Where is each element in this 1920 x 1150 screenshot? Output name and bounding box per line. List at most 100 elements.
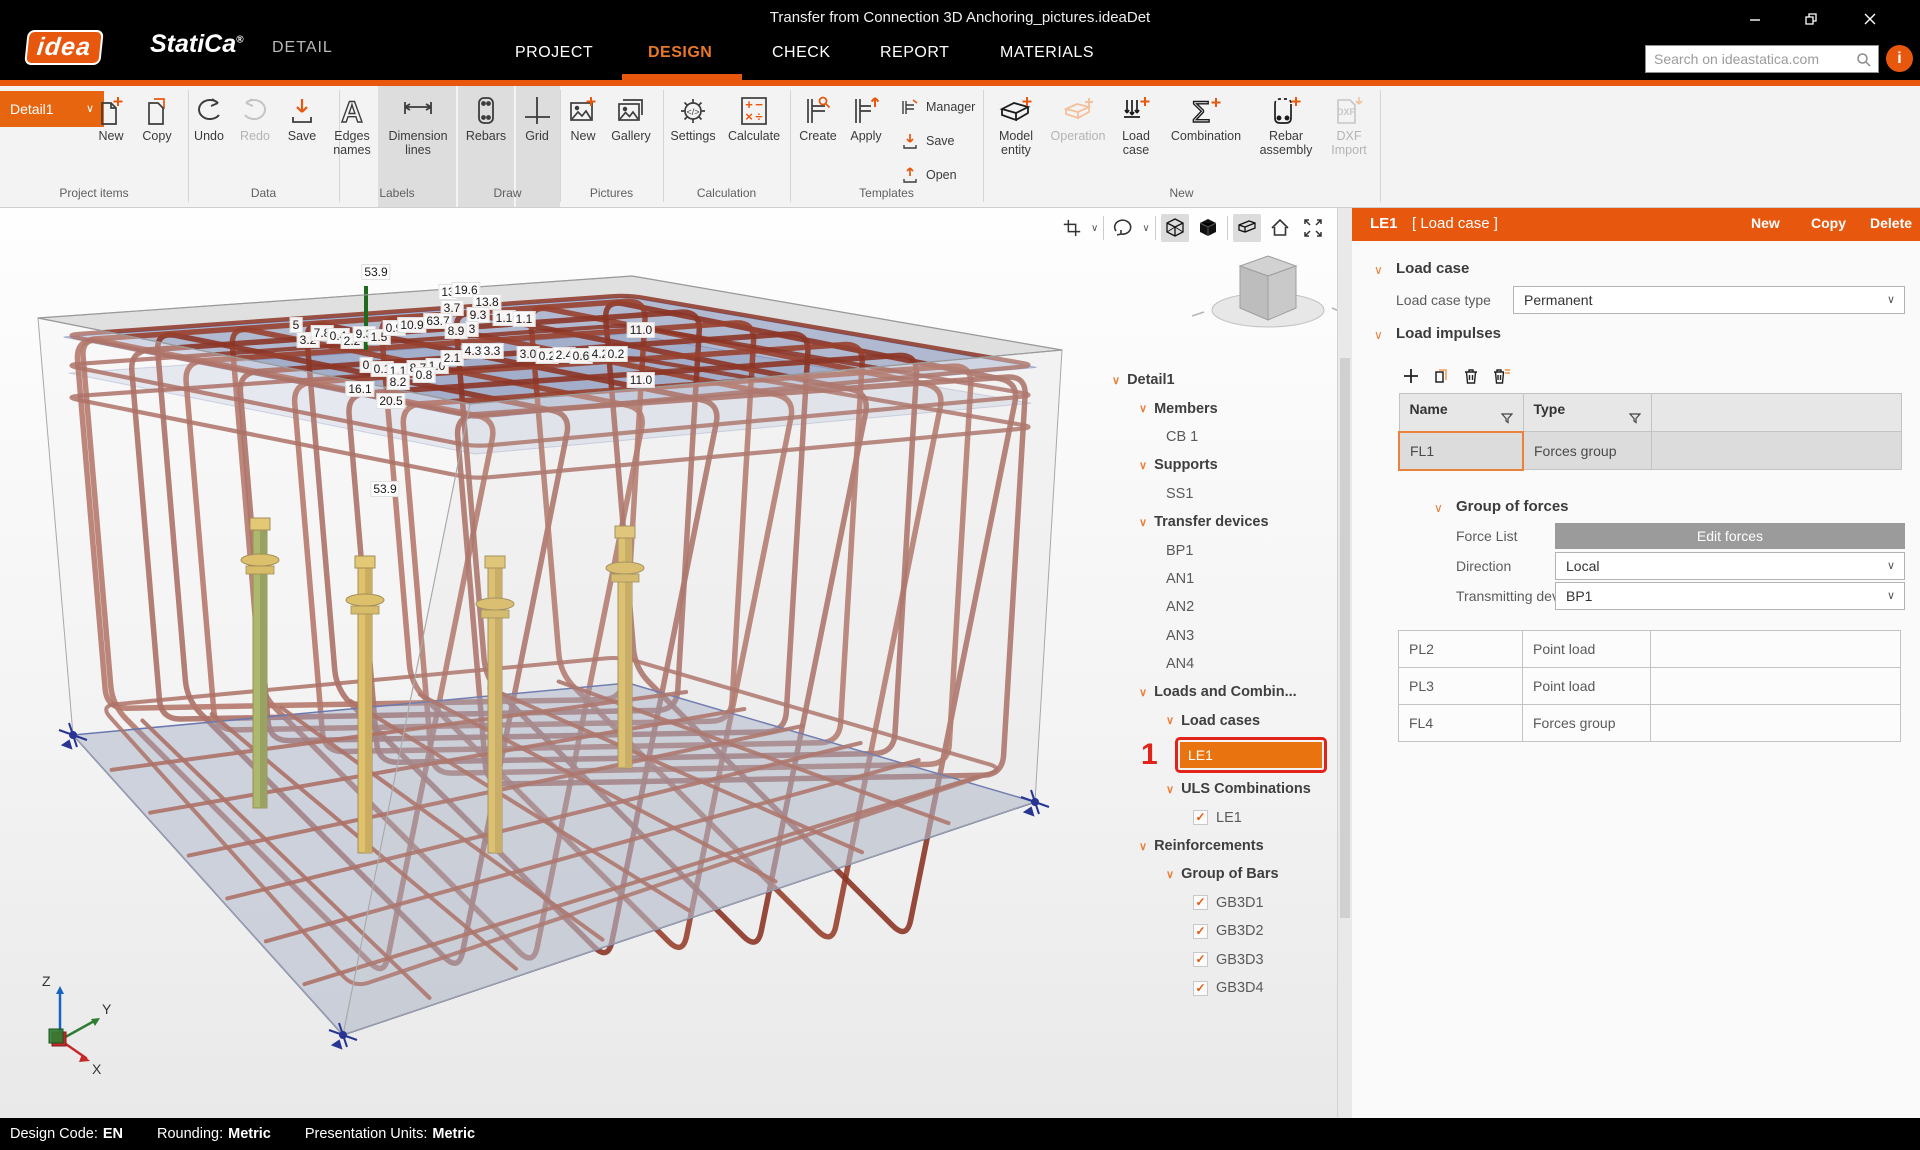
solid-view-button[interactable]	[1194, 214, 1222, 242]
chevron-down-icon[interactable]: ∨	[1166, 868, 1174, 881]
dimension-lines-button[interactable]: Dimension lines	[380, 91, 456, 157]
info-button[interactable]: i	[1886, 45, 1913, 72]
impulse-name-cell[interactable]: FL1	[1399, 432, 1523, 470]
restore-button[interactable]	[1789, 6, 1833, 32]
tree-item-an1[interactable]: AN1	[1108, 565, 1332, 593]
impulse-type-cell[interactable]: Forces group	[1523, 705, 1651, 742]
section-group-of-forces[interactable]: Group of forces	[1456, 498, 1569, 515]
tree-item-an3[interactable]: AN3	[1108, 622, 1332, 650]
tree-item-cb-1[interactable]: CB 1	[1108, 423, 1332, 451]
filter-icon[interactable]	[1629, 413, 1641, 424]
combination-button[interactable]: Σ Combination	[1165, 91, 1247, 144]
tree-item-supports[interactable]: ∨Supports	[1108, 451, 1332, 479]
tree-item-detail1[interactable]: ∨Detail1	[1108, 366, 1332, 394]
edit-forces-button[interactable]: Edit forces	[1555, 523, 1905, 549]
checkbox-checked[interactable]: ✓	[1193, 810, 1208, 825]
tree-item-gb3d2[interactable]: ✓GB3D2	[1108, 917, 1332, 945]
grid-button[interactable]: Grid	[516, 91, 558, 144]
navigation-cube[interactable]	[1192, 256, 1346, 327]
transmitting-device-select[interactable]: BP1∨	[1555, 582, 1905, 610]
zoom-extents-button[interactable]	[1299, 214, 1327, 242]
search-icon[interactable]	[1856, 52, 1872, 68]
tab-report[interactable]: REPORT	[880, 44, 949, 62]
tree-item-load-cases[interactable]: ∨Load cases	[1108, 707, 1332, 735]
impulse-type-cell[interactable]: Point load	[1523, 631, 1651, 668]
save-button[interactable]: Save	[279, 91, 325, 144]
search-box[interactable]	[1645, 45, 1879, 73]
table-row[interactable]: PL2Point load	[1399, 631, 1901, 668]
3d-viewport[interactable]: ZYX 53.91319.613.83.79.31.11.153.27.80.4…	[0, 208, 1352, 1118]
add-impulse-button[interactable]	[1398, 364, 1424, 388]
template-manager-button[interactable]: Manager	[900, 94, 986, 120]
table-row[interactable]: FL4Forces group	[1399, 705, 1901, 742]
tree-item-group-of-bars[interactable]: ∨Group of Bars	[1108, 860, 1332, 888]
checkbox-checked[interactable]: ✓	[1193, 924, 1208, 939]
direction-select[interactable]: Local∨	[1555, 552, 1905, 580]
tab-design[interactable]: DESIGN	[648, 44, 712, 62]
rotate-view-dropdown[interactable]: ∨	[1142, 223, 1149, 234]
tree-item-members[interactable]: ∨Members	[1108, 394, 1332, 422]
undo-button[interactable]: Undo	[185, 91, 233, 144]
tree-item-an4[interactable]: AN4	[1108, 650, 1332, 678]
chevron-down-icon[interactable]: ∨	[1374, 328, 1383, 342]
rebars-button[interactable]: Rebars	[459, 91, 513, 144]
chevron-down-icon[interactable]: ∨	[1166, 714, 1174, 727]
table-row[interactable]: PL3Point load	[1399, 668, 1901, 705]
chevron-down-icon[interactable]: ∨	[1112, 374, 1120, 387]
wireframe-view-button[interactable]	[1161, 214, 1189, 242]
impulse-name-cell[interactable]: PL2	[1399, 631, 1523, 668]
tab-materials[interactable]: MATERIALS	[1000, 44, 1094, 62]
template-save-button[interactable]: Save	[900, 128, 986, 154]
load-case-button[interactable]: Load case	[1111, 91, 1161, 157]
impulse-type-cell[interactable]: Point load	[1523, 668, 1651, 705]
tree-item-an2[interactable]: AN2	[1108, 593, 1332, 621]
impulse-type-cell[interactable]: Forces group	[1523, 432, 1651, 470]
tree-item-gb3d1[interactable]: ✓GB3D1	[1108, 889, 1332, 917]
minimize-button[interactable]	[1733, 6, 1777, 32]
tree-item-reinforcements[interactable]: ∨Reinforcements	[1108, 832, 1332, 860]
checkbox-checked[interactable]: ✓	[1193, 895, 1208, 910]
panel-copy-button[interactable]: Copy	[1811, 215, 1846, 231]
delete-all-impulses-button[interactable]	[1488, 364, 1514, 388]
rotate-view-button[interactable]	[1109, 214, 1137, 242]
apply-template-button[interactable]: Apply	[844, 91, 888, 144]
close-button[interactable]	[1848, 6, 1892, 32]
tree-item-loads-and-combin-[interactable]: ∨Loads and Combin...	[1108, 678, 1332, 706]
edges-names-button[interactable]: A Edges names	[323, 91, 381, 157]
tree-item-bp1[interactable]: BP1	[1108, 536, 1332, 564]
home-view-button[interactable]	[1266, 214, 1294, 242]
column-type[interactable]: Type	[1523, 394, 1651, 432]
template-open-button[interactable]: Open	[900, 162, 986, 188]
tree-item-gb3d4[interactable]: ✓GB3D4	[1108, 974, 1332, 1002]
clip-view-dropdown[interactable]: ∨	[1091, 223, 1098, 234]
tab-check[interactable]: CHECK	[772, 44, 831, 62]
rebar-assembly-button[interactable]: Rebar assembly	[1250, 91, 1322, 157]
chevron-down-icon[interactable]: ∨	[1434, 501, 1443, 515]
clip-view-button[interactable]	[1058, 214, 1086, 242]
chevron-down-icon[interactable]: ∨	[1139, 516, 1147, 529]
section-load-case[interactable]: Load case	[1396, 260, 1469, 277]
panel-new-button[interactable]: New	[1751, 215, 1780, 231]
tree-item-transfer-devices[interactable]: ∨Transfer devices	[1108, 508, 1332, 536]
table-row-selected[interactable]: FL1 Forces group	[1399, 432, 1901, 470]
copy-impulse-button[interactable]	[1428, 364, 1454, 388]
chevron-down-icon[interactable]: ∨	[1139, 402, 1147, 415]
column-name[interactable]: Name	[1399, 394, 1523, 432]
tab-project[interactable]: PROJECT	[515, 44, 593, 62]
impulse-name-cell[interactable]: FL4	[1399, 705, 1523, 742]
gallery-button[interactable]: Gallery	[605, 91, 657, 144]
settings-button[interactable]: </> Settings	[665, 91, 721, 144]
tree-item-le1[interactable]: ✓LE1	[1108, 803, 1332, 831]
chevron-down-icon[interactable]: ∨	[1166, 783, 1174, 796]
calculate-button[interactable]: +−×÷ Calculate	[721, 91, 787, 144]
checkbox-checked[interactable]: ✓	[1193, 952, 1208, 967]
tree-scrollbar[interactable]	[1337, 208, 1352, 1118]
search-input[interactable]	[1654, 48, 1849, 70]
create-template-button[interactable]: Create	[794, 91, 842, 144]
checkbox-checked[interactable]: ✓	[1193, 981, 1208, 996]
tree-item-ss1[interactable]: SS1	[1108, 480, 1332, 508]
delete-impulse-button[interactable]	[1458, 364, 1484, 388]
chevron-down-icon[interactable]: ∨	[1139, 840, 1147, 853]
filter-icon[interactable]	[1501, 413, 1513, 424]
new-picture-button[interactable]: New	[561, 91, 605, 144]
